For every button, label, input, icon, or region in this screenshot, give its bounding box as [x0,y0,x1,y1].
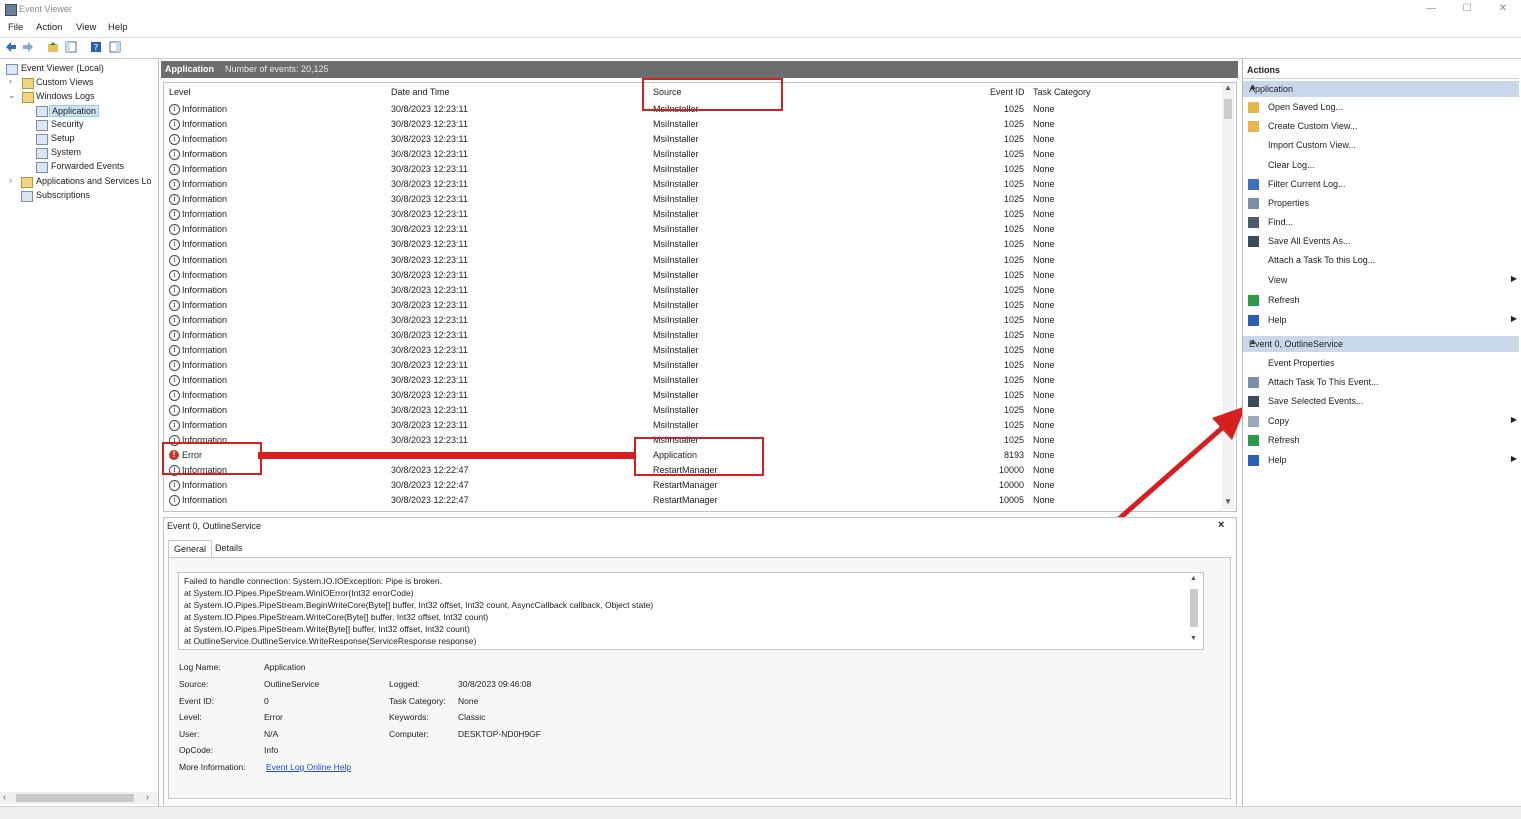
action-create-custom-view[interactable]: Create Custom View... [1245,118,1521,136]
action-clear-log[interactable]: Clear Log... [1245,157,1521,175]
action-refresh[interactable]: Refresh [1245,292,1521,310]
event-action-save-selected-events[interactable]: Save Selected Events... [1245,393,1521,411]
find-icon [1248,217,1259,228]
action-properties[interactable]: Properties [1245,195,1521,213]
actions-title: Actions [1247,65,1281,75]
action-save-all-events-as[interactable]: Save All Events As... [1245,233,1521,251]
save-icon [1248,396,1259,407]
submenu-arrow-icon: ▶ [1510,415,1517,424]
copy-icon [1248,416,1259,427]
submenu-arrow-icon: ▶ [1510,454,1517,463]
action-label: Save Selected Events... [1268,396,1364,406]
refresh-icon [1248,295,1259,306]
actions-section-event[interactable]: Event 0, OutlineService ▲ [1243,336,1519,352]
label-opcode: OpCode: [179,745,214,755]
action-attach-a-task-to-this-log[interactable]: Attach a Task To this Log... [1245,252,1521,270]
actions-section-application[interactable]: Application ▲ [1243,81,1519,97]
value-level: Error [264,712,283,722]
action-label: Help [1268,455,1287,465]
value-opcode: Info [264,745,279,755]
message-line: at System.IO.Pipes.PipeStream.WriteCore(… [184,612,489,622]
label-logged: Logged: [389,679,420,689]
action-label: Filter Current Log... [1268,179,1346,189]
tab-details[interactable]: Details [210,540,248,556]
action-label: Clear Log... [1268,160,1315,170]
event-log-online-help-link[interactable]: Event Log Online Help [266,762,351,772]
action-open-saved-log[interactable]: Open Saved Log... [1245,99,1521,117]
event-action-help[interactable]: Help ▶ [1245,452,1521,470]
message-line: at System.IO.Pipes.PipeStream.BeginWrite… [184,600,654,610]
event-action-attach-task-to-this-event[interactable]: Attach Task To This Event... [1245,374,1521,392]
value-keywords: Classic [458,712,486,722]
tab-general[interactable]: General [168,540,213,557]
action-label: Event Properties [1268,358,1335,368]
action-find[interactable]: Find... [1245,214,1521,232]
value-task-category: None [458,696,479,706]
value-event-id: 0 [264,696,269,706]
label-computer: Computer: [389,729,429,739]
label-log-name: Log Name: [179,662,221,672]
refresh-icon [1248,435,1259,446]
label-event-id: Event ID: [179,696,214,706]
action-label: Copy [1268,416,1290,426]
detail-title: Event 0, OutlineService [167,521,262,531]
action-label: Attach Task To This Event... [1268,377,1379,387]
action-view[interactable]: View ▶ [1245,272,1521,290]
value-log-name: Application [264,662,306,672]
collapse-up-icon[interactable]: ▲ [1249,337,1515,346]
value-logged: 30/8/2023 09:46:08 [458,679,532,689]
action-label: Refresh [1268,295,1300,305]
action-label: Import Custom View... [1268,140,1356,150]
event-message-box[interactable]: Failed to handle connection: System.IO.I… [178,572,1204,650]
collapse-up-icon[interactable]: ▲ [1249,82,1515,91]
action-label: Help [1268,315,1287,325]
label-keywords: Keywords: [389,712,429,722]
submenu-arrow-icon: ▶ [1510,274,1517,283]
label-task-category: Task Category: [389,696,446,706]
action-label: Create Custom View... [1268,121,1358,131]
event-action-refresh[interactable]: Refresh [1245,432,1521,450]
scroll-up-icon[interactable]: ▲ [1190,575,1197,582]
message-scrollbar[interactable]: ▲ ▼ [1188,575,1200,645]
message-line: at System.IO.Pipes.PipeStream.WinIOError… [184,588,414,598]
detail-close-button[interactable]: × [1218,519,1224,531]
action-label: Find... [1268,217,1294,227]
scroll-down-icon[interactable]: ▼ [1190,635,1197,642]
label-user: User: [179,729,200,739]
action-filter-current-log[interactable]: Filter Current Log... [1245,176,1521,194]
action-label: Attach a Task To this Log... [1268,255,1376,265]
value-computer: DESKTOP-ND0H9GF [458,729,541,739]
properties-icon [1248,198,1259,209]
message-line: Failed to handle connection: System.IO.I… [184,576,442,586]
help-icon [1248,455,1259,466]
help-icon [1248,315,1259,326]
message-line: at System.IO.Pipes.PipeStream.Write(Byte… [184,624,470,634]
value-user: N/A [264,729,279,739]
action-help[interactable]: Help ▶ [1245,312,1521,330]
label-more-information: More Information: [179,762,246,772]
action-label: Properties [1268,198,1310,208]
action-label: Save All Events As... [1268,236,1351,246]
scrollbar-thumb[interactable] [1190,589,1198,627]
open-folder-icon [1248,102,1259,113]
attach-task-icon [1248,377,1259,388]
message-line: at OutlineService.OutlineService.WriteRe… [184,636,477,646]
save-icon [1248,236,1259,247]
action-label: Refresh [1268,435,1300,445]
status-bar [0,806,1521,819]
submenu-arrow-icon: ▶ [1510,314,1517,323]
action-import-custom-view[interactable]: Import Custom View... [1245,137,1521,155]
actions-header: Actions [1243,62,1519,79]
event-action-copy[interactable]: Copy ▶ [1245,413,1521,431]
filter-icon [1248,121,1259,132]
value-source: OutlineService [264,679,320,689]
label-level: Level: [179,712,202,722]
action-label: Open Saved Log... [1268,102,1344,112]
label-source: Source: [179,679,209,689]
action-label: View [1268,275,1288,285]
event-action-event-properties[interactable]: Event Properties [1245,355,1521,373]
connector-bar [258,452,634,459]
filter-icon [1248,179,1259,190]
